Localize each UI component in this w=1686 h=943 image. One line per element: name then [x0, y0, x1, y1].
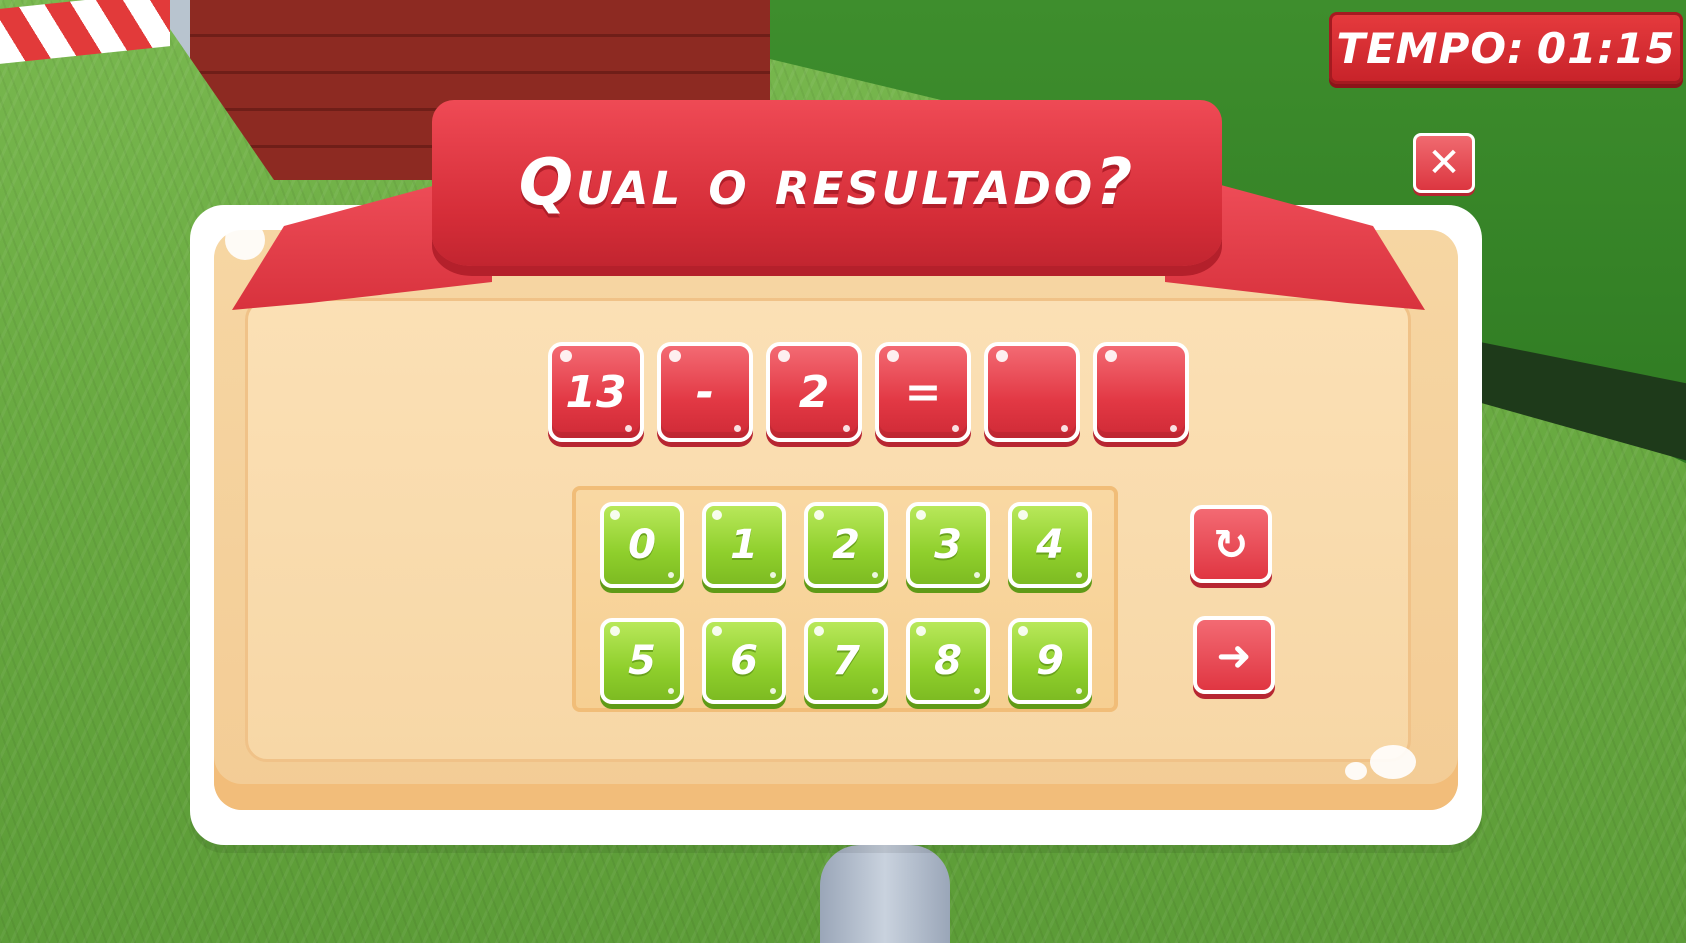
- reset-button[interactable]: ↻: [1190, 505, 1272, 583]
- reset-icon: ↻: [1213, 519, 1249, 569]
- decor-bubble: [1370, 745, 1416, 779]
- key-1[interactable]: 1: [702, 502, 786, 588]
- key-2[interactable]: 2: [804, 502, 888, 588]
- equation-tile-operand-1: 13: [548, 342, 644, 442]
- close-icon: ✕: [1427, 140, 1461, 186]
- key-6[interactable]: 6: [702, 618, 786, 704]
- key-3[interactable]: 3: [906, 502, 990, 588]
- next-arrow-icon: ➜: [1216, 630, 1252, 680]
- equation-tile-operand-2: 2: [766, 342, 862, 442]
- key-4[interactable]: 4: [1008, 502, 1092, 588]
- timer-label: TEMPO:: [1336, 23, 1525, 73]
- decor-bubble: [1345, 762, 1367, 780]
- key-0[interactable]: 0: [600, 502, 684, 588]
- close-button[interactable]: ✕: [1413, 133, 1475, 193]
- timer-value: 01:15: [1536, 23, 1676, 73]
- equation-row: 13 - 2 =: [548, 342, 1189, 442]
- confirm-button[interactable]: ➜: [1193, 616, 1275, 694]
- equation-tile-operator: -: [657, 342, 753, 442]
- key-5[interactable]: 5: [600, 618, 684, 704]
- equation-tile-equals: =: [875, 342, 971, 442]
- answer-slot-1[interactable]: [984, 342, 1080, 442]
- decor-bubble: [225, 220, 265, 260]
- key-7[interactable]: 7: [804, 618, 888, 704]
- character-legs: [820, 845, 950, 943]
- title-ribbon: Qual o resultado?: [432, 100, 1222, 266]
- key-8[interactable]: 8: [906, 618, 990, 704]
- key-9[interactable]: 9: [1008, 618, 1092, 704]
- question-title: Qual o resultado?: [518, 146, 1136, 220]
- answer-slot-2[interactable]: [1093, 342, 1189, 442]
- number-keypad: 0 1 2 3 4 5 6 7 8 9: [600, 502, 1092, 704]
- timer-display: TEMPO: 01:15: [1329, 12, 1683, 84]
